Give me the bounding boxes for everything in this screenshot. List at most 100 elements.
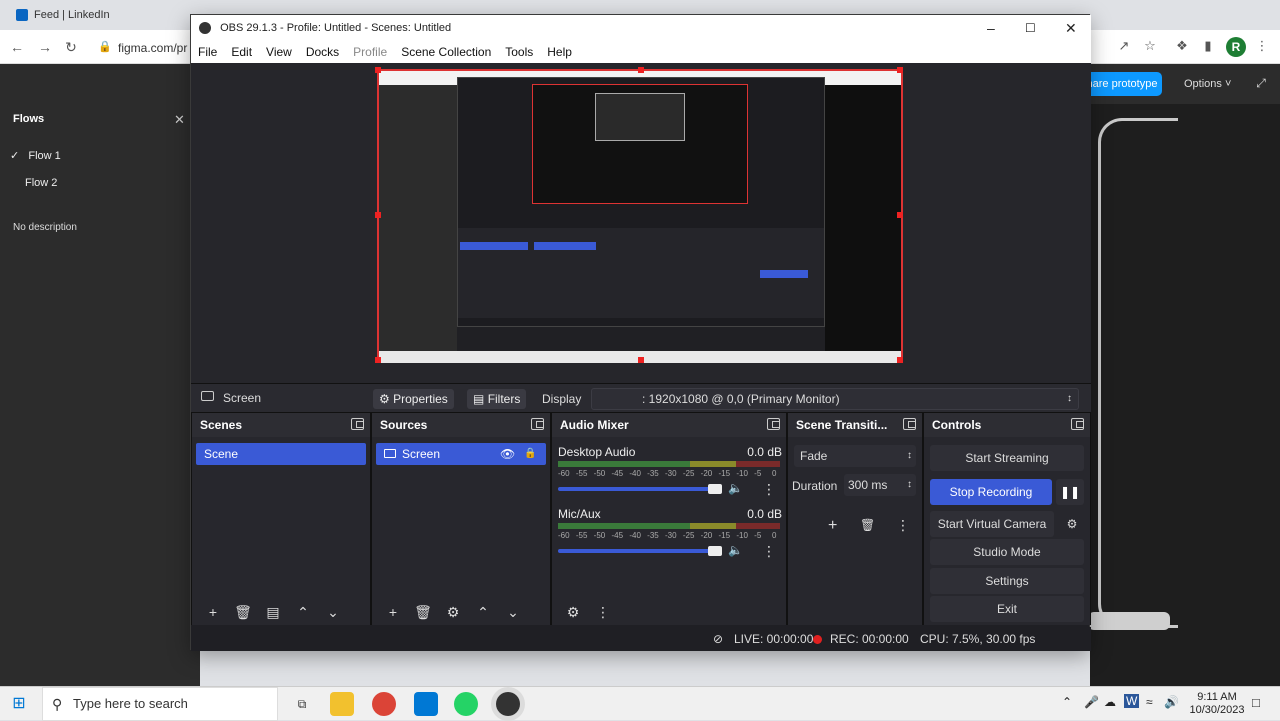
undock-icon[interactable] (351, 418, 364, 430)
vscode-icon[interactable] (414, 692, 438, 716)
extensions-icon[interactable]: ❖ (1172, 36, 1192, 56)
move-up-icon[interactable]: ⌃ (292, 604, 314, 621)
resize-handle[interactable] (375, 67, 381, 73)
notifications-icon[interactable]: □ (1252, 695, 1260, 710)
eye-icon[interactable]: 👁 (500, 443, 515, 465)
menu-help[interactable]: Help (540, 45, 579, 59)
share-prototype-button[interactable]: hare prototype (1082, 72, 1162, 96)
move-up-icon[interactable]: ⌃ (472, 604, 494, 621)
gear-icon[interactable]: ⚙ (442, 604, 464, 621)
move-down-icon[interactable]: ⌄ (502, 604, 524, 621)
options-dropdown[interactable]: Options ˅ (1184, 72, 1244, 96)
volume-slider[interactable] (558, 487, 718, 491)
studio-mode-button[interactable]: Studio Mode (930, 539, 1084, 565)
flow-item-1[interactable]: ✓ Flow 1 (0, 143, 200, 169)
menu-file[interactable]: File (191, 45, 224, 59)
resize-handle[interactable] (375, 357, 381, 363)
tab-linkedin[interactable]: Feed | LinkedIn (0, 4, 180, 26)
obs-taskbar-icon[interactable] (496, 692, 520, 716)
chrome-icon[interactable] (372, 692, 396, 716)
avatar[interactable]: R (1226, 37, 1246, 57)
pause-recording-button[interactable]: ❚❚ (1056, 479, 1084, 505)
add-icon[interactable]: + (202, 604, 224, 620)
bookmark-star-icon[interactable]: ☆ (1140, 36, 1160, 56)
undock-icon[interactable] (903, 418, 916, 430)
close-icon[interactable]: ✕ (174, 112, 185, 128)
expand-icon[interactable]: ⤢ (1252, 74, 1270, 92)
volume-slider-knob[interactable] (708, 546, 722, 556)
reload-icon[interactable]: ↻ (62, 38, 80, 56)
resize-handle[interactable] (897, 212, 903, 218)
trash-icon[interactable]: 🗑 (232, 604, 254, 621)
more-options-icon[interactable]: ⋮ (896, 517, 910, 534)
add-icon[interactable]: + (828, 517, 837, 535)
menu-profile[interactable]: Profile (346, 45, 394, 59)
whatsapp-icon[interactable] (454, 692, 478, 716)
minimize-icon[interactable]: – (987, 15, 995, 41)
exit-button[interactable]: Exit (930, 596, 1084, 622)
back-icon[interactable]: ← (8, 38, 26, 56)
scene-item[interactable]: Scene (196, 443, 366, 465)
volume-slider[interactable] (558, 549, 718, 553)
menu-view[interactable]: View (259, 45, 299, 59)
spin-icon[interactable]: ↕ (907, 474, 912, 496)
filters-button[interactable]: ▤ Filters (467, 389, 527, 409)
move-down-icon[interactable]: ⌄ (322, 604, 344, 621)
wifi-icon[interactable]: ≈ (1146, 695, 1153, 709)
cloud-tray-icon[interactable]: ☁ (1104, 695, 1116, 709)
clock[interactable]: 9:11 AM 10/30/2023 (1186, 691, 1248, 717)
volume-slider-knob[interactable] (708, 484, 722, 494)
resize-handle[interactable] (897, 67, 903, 73)
duration-spinbox[interactable]: 300 ms ↕ (844, 474, 916, 496)
more-options-icon[interactable]: ⋮ (592, 604, 614, 621)
lock-icon[interactable]: 🔒 (524, 443, 536, 465)
menu-scene-collection[interactable]: Scene Collection (394, 45, 498, 59)
menu-dots-icon[interactable]: ⋮ (1252, 36, 1272, 56)
trash-icon[interactable]: 🗑 (412, 604, 434, 621)
maximize-icon[interactable]: ☐ (1025, 15, 1036, 41)
volume-icon[interactable]: 🔊 (1164, 695, 1179, 709)
menu-docks[interactable]: Docks (299, 45, 346, 59)
mic-tray-icon[interactable]: 🎤 (1084, 695, 1099, 709)
task-view-icon[interactable]: ⧉ (290, 692, 314, 716)
windows-start-icon[interactable]: ⊞ (10, 695, 28, 713)
word-tray-icon[interactable]: W (1124, 694, 1140, 708)
undock-icon[interactable] (1071, 418, 1084, 430)
tray-chevron-icon[interactable]: ⌃ (1062, 695, 1072, 709)
settings-button[interactable]: Settings (930, 568, 1084, 594)
meter-tick-label: 0 (772, 531, 777, 540)
more-options-icon[interactable]: ⋮ (762, 543, 776, 560)
share-icon[interactable]: ↗ (1114, 36, 1134, 56)
menu-tools[interactable]: Tools (498, 45, 540, 59)
undock-icon[interactable] (767, 418, 780, 430)
virtual-camera-gear-icon[interactable]: ⚙ (1060, 511, 1084, 537)
properties-button[interactable]: ⚙ Properties (373, 389, 454, 409)
trash-icon[interactable]: 🗑 (860, 518, 875, 532)
source-item[interactable]: Screen 👁 🔒 (376, 443, 546, 465)
start-virtual-camera-button[interactable]: Start Virtual Camera (930, 511, 1054, 537)
menu-edit[interactable]: Edit (224, 45, 259, 59)
undock-icon[interactable] (531, 418, 544, 430)
close-icon[interactable]: ✕ (1065, 15, 1077, 41)
filter-icon[interactable]: ▤ (262, 604, 284, 621)
preview-screen-capture[interactable] (375, 67, 903, 363)
speaker-muted-icon[interactable]: 🔈 (728, 481, 743, 495)
more-options-icon[interactable]: ⋮ (762, 481, 776, 498)
display-select[interactable]: Display : 1920x1080 @ 0,0 (Primary Monit… (542, 388, 1079, 410)
flow-item-2[interactable]: Flow 2 (0, 170, 200, 196)
preview-area[interactable] (191, 63, 1091, 385)
sidepanel-icon[interactable]: ▮ (1198, 36, 1218, 56)
speaker-muted-icon[interactable]: 🔈 (728, 543, 743, 557)
resize-handle[interactable] (638, 357, 644, 363)
forward-icon[interactable]: → (36, 38, 54, 56)
taskbar-search-input[interactable]: ⚲ Type here to search (42, 687, 278, 721)
file-explorer-icon[interactable] (330, 692, 354, 716)
resize-handle[interactable] (897, 357, 903, 363)
add-icon[interactable]: + (382, 604, 404, 620)
advanced-audio-gear-icon[interactable]: ⚙ (562, 604, 584, 621)
resize-handle[interactable] (375, 212, 381, 218)
stop-recording-button[interactable]: Stop Recording (930, 479, 1052, 505)
start-streaming-button[interactable]: Start Streaming (930, 445, 1084, 471)
resize-handle[interactable] (638, 67, 644, 73)
transition-select[interactable]: Fade ↕ (794, 445, 916, 467)
